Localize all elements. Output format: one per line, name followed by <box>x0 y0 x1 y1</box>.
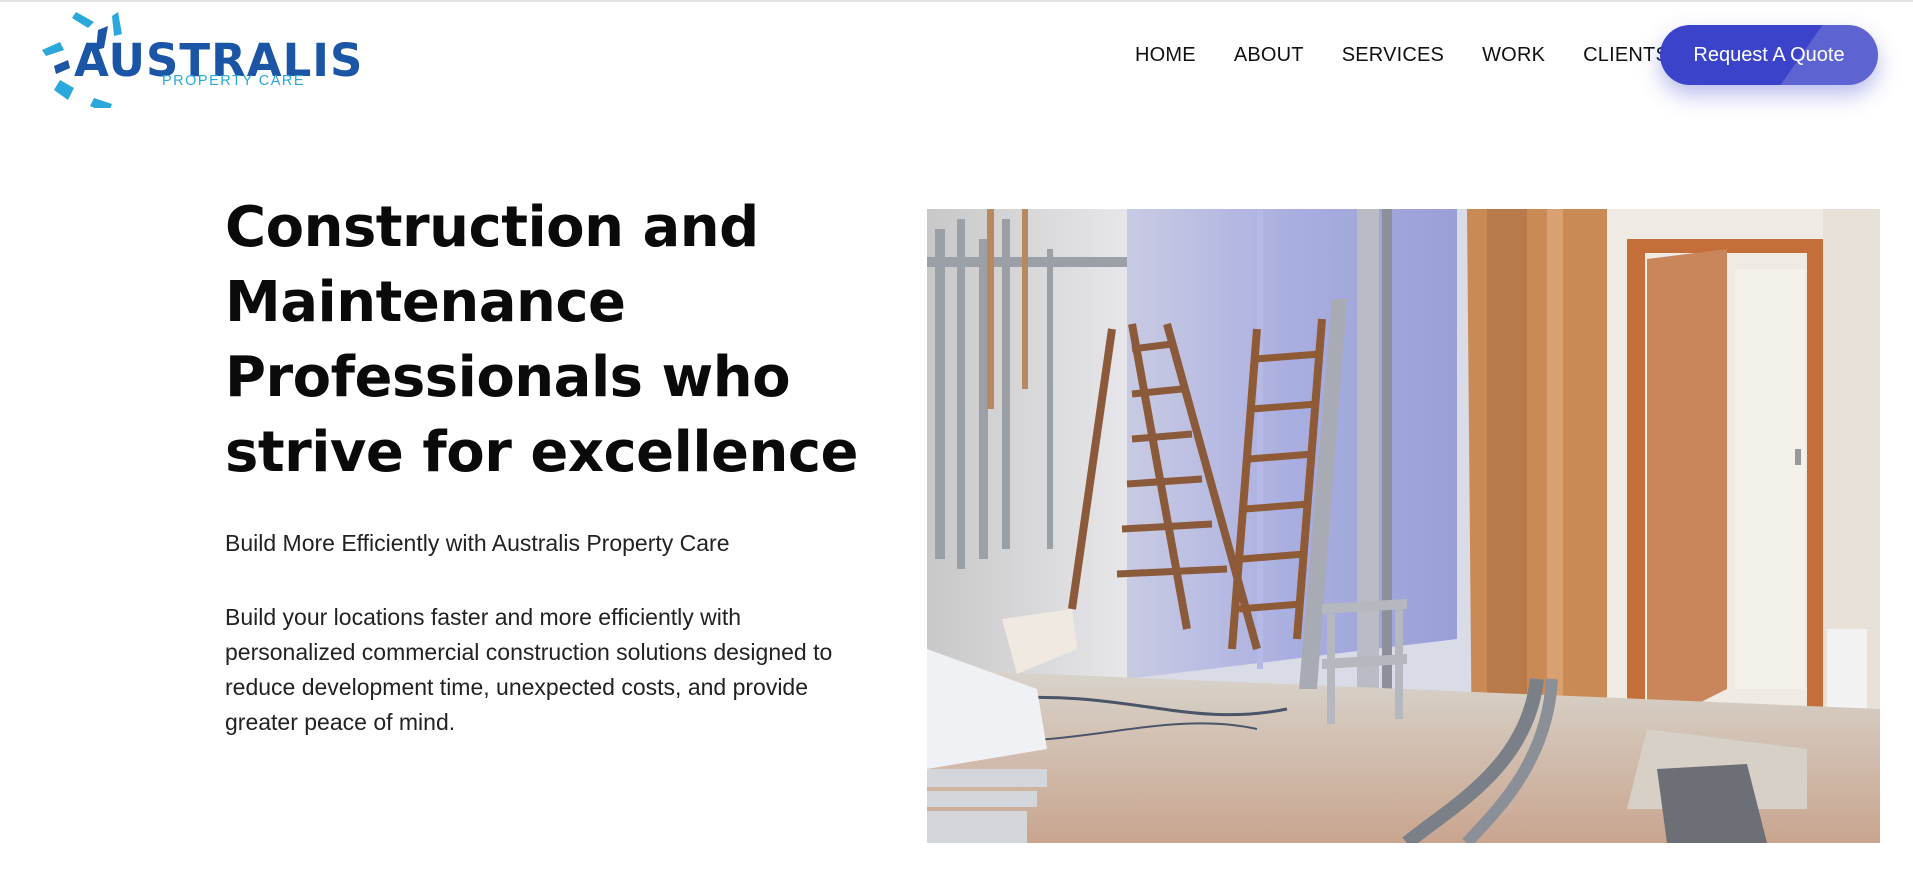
hero-body-line: reduce development time, unexpected cost… <box>225 674 809 700</box>
main-nav: HOME ABOUT SERVICES WORK CLIENTS <box>1135 42 1669 68</box>
hero-title-line: strive for excellence <box>225 420 859 485</box>
hero-title-line: Professionals who <box>225 345 791 410</box>
request-quote-button[interactable]: Request A Quote <box>1660 25 1878 85</box>
nav-services[interactable]: SERVICES <box>1342 42 1444 68</box>
top-border <box>0 0 1913 2</box>
hero-subtitle: Build More Efficiently with Australis Pr… <box>225 530 730 556</box>
hero-body-line: greater peace of mind. <box>225 709 456 735</box>
nav-home[interactable]: HOME <box>1135 42 1196 68</box>
hero-title: Construction and Maintenance Professiona… <box>225 190 865 490</box>
hero-title-line: Maintenance <box>225 270 626 335</box>
hero-body-line: Build your locations faster and more eff… <box>225 604 742 630</box>
construction-site-image <box>927 209 1880 843</box>
construction-photo-icon <box>927 209 1880 843</box>
hero-body-line: personalized commercial construction sol… <box>225 639 833 665</box>
nav-work[interactable]: WORK <box>1482 42 1545 68</box>
request-quote-label: Request A Quote <box>1693 44 1845 66</box>
hero-title-line: Construction and <box>225 195 759 260</box>
nav-clients[interactable]: CLIENTS <box>1583 42 1669 68</box>
brand-tagline: PROPERTY CARE <box>162 73 306 89</box>
brand-logo[interactable]: AUSTRALIS PROPERTY CARE <box>38 8 362 108</box>
nav-about[interactable]: ABOUT <box>1234 42 1304 68</box>
hero-body: Build your locations faster and more eff… <box>225 600 885 740</box>
